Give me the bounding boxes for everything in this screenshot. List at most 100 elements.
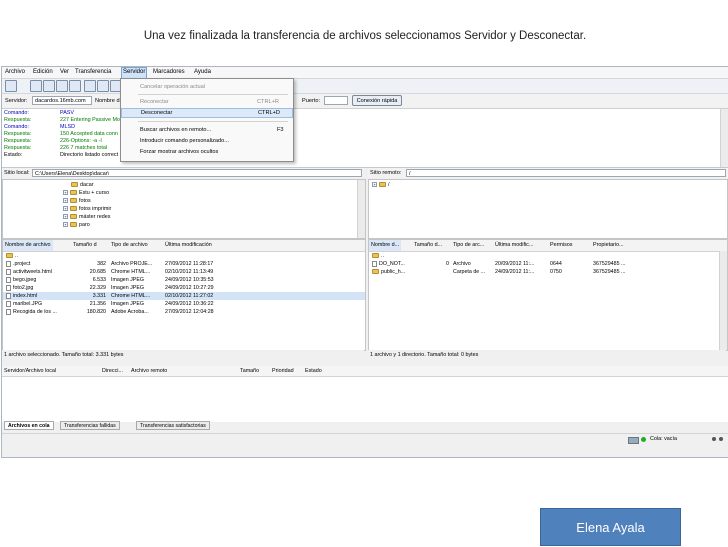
cell-date: 02/10/2012 11:27:02 <box>165 293 214 299</box>
col-header-modified[interactable]: Última modificación <box>165 242 212 248</box>
col-header-type[interactable]: Tipo de archivo <box>111 242 148 248</box>
activity-right-icon <box>719 437 723 441</box>
remote-path-input[interactable]: / <box>406 169 726 177</box>
cell-name: .. <box>15 253 18 259</box>
cell: 367529485 ... <box>593 268 625 276</box>
tab-transferencias-fallidas[interactable]: Transferencias fallidas <box>60 421 120 430</box>
expand-icon[interactable]: + <box>63 222 68 228</box>
file-icon <box>6 284 11 291</box>
local-file-row[interactable]: index.html 3.331 Chrome HTML... 02/10/2012 … <box>3 292 365 300</box>
connection-icon <box>628 437 639 444</box>
col-header-permissions[interactable]: Permisos <box>550 242 572 248</box>
col-header-local-file[interactable]: Servidor/Archivo local <box>4 368 56 374</box>
col-header-name[interactable]: Nombre d... <box>369 240 402 251</box>
tree-item[interactable]: + fotos <box>63 197 91 205</box>
col-header-modified[interactable]: Última modific... <box>495 242 533 248</box>
col-header-size[interactable]: Tamaño d... <box>414 242 442 248</box>
menu-item-comando[interactable]: Introducir comando personalizado... <box>121 136 293 146</box>
cell: maribel.JPG <box>6 300 42 308</box>
tab-transferencias-satisfactorias[interactable]: Transferencias satisfactorias <box>136 421 210 430</box>
local-file-row[interactable]: foto2.jpg 22.329 Imagen JPEG 24/09/2012 10:… <box>3 284 365 292</box>
tab-archivos-en-cola[interactable]: Archivos en cola <box>4 421 54 430</box>
local-path-input[interactable]: C:\Users\Elena\Desktop\dacar\ <box>32 169 362 177</box>
log-key: Comando: <box>4 110 29 116</box>
col-header-name[interactable]: Nombre de archivo <box>3 240 53 251</box>
menu-item-buscar[interactable]: Buscar archivos en remoto... F3 <box>121 125 293 135</box>
menu-item-label: Introducir comando personalizado... <box>140 138 229 144</box>
log-key: Respuesta: <box>4 117 32 123</box>
local-file-row[interactable]: bego.jpeg 6.533 Imagen JPEG 24/09/2012 10:3… <box>3 276 365 284</box>
remote-file-row[interactable]: DO_NOT... 0 Archivo 20/09/2012 11:... 0644 36… <box>369 260 719 268</box>
cell-name: Recogida de los ... <box>13 309 57 315</box>
menu-item-ocultos[interactable]: Forzar mostrar archivos ocultos <box>121 147 293 157</box>
tree-item-label: fotos <box>79 198 91 204</box>
local-file-row[interactable]: maribel.JPG 21.356 Imagen JPEG 24/09/2012 1… <box>3 300 365 308</box>
local-file-row[interactable]: Recogida de los ... 180.820 Adobe Acroba..… <box>3 308 365 316</box>
cell: 24/09/2012 10:27:29 <box>165 284 214 292</box>
local-file-row[interactable]: .. <box>3 252 365 260</box>
log-value: 226 7 matches total <box>60 145 108 151</box>
remote-list-scrollbar[interactable] <box>719 251 727 350</box>
expand-icon[interactable]: + <box>63 190 68 196</box>
queue-toggle-icon[interactable] <box>69 80 81 92</box>
cell-size: 180.820 <box>86 309 106 315</box>
menu-marcadores[interactable]: Marcadores <box>153 69 185 75</box>
log-key: Respuesta: <box>4 131 32 137</box>
cell-name: .project <box>13 261 31 267</box>
col-header-priority[interactable]: Prioridad <box>272 368 294 374</box>
expand-icon[interactable]: + <box>63 206 68 212</box>
col-header-owner[interactable]: Propietario... <box>593 242 624 248</box>
col-header-size[interactable]: Tamaño <box>240 368 259 374</box>
server-input[interactable]: dacardos.16mb.com <box>32 96 92 105</box>
tree-item-label: dacar <box>80 182 94 188</box>
cell: .. <box>372 252 384 260</box>
remote-file-row[interactable]: public_h... Carpeta de ... 24/09/2012 11:.… <box>369 268 719 276</box>
menu-edicion[interactable]: Edición <box>33 69 53 75</box>
tree-item[interactable]: dacar <box>71 181 94 189</box>
local-file-row[interactable]: activitweets.html 20.685 Chrome HTML... 02/… <box>3 268 365 276</box>
expand-icon[interactable]: + <box>372 182 377 188</box>
tree-item[interactable]: + máster redes <box>63 213 110 221</box>
refresh-icon[interactable] <box>84 80 96 92</box>
menu-item-cancel[interactable]: Cancelar operación actual <box>121 82 293 92</box>
expand-icon[interactable]: + <box>63 198 68 204</box>
expand-icon[interactable]: + <box>63 214 68 220</box>
tree-item[interactable]: + fotos imprimir <box>63 205 111 213</box>
tree-item[interactable]: + paro <box>63 221 90 229</box>
cell-name: maribel.JPG <box>13 301 43 307</box>
col-header-type[interactable]: Tipo de arc... <box>453 242 484 248</box>
port-input[interactable] <box>324 96 348 105</box>
col-header-size[interactable]: Tamaño d <box>73 242 97 248</box>
tree-item[interactable]: + Estu + curso <box>63 189 109 197</box>
remote-tree-icon[interactable] <box>56 80 68 92</box>
remote-file-row[interactable]: .. <box>369 252 719 260</box>
cell: activitweets.html <box>6 268 52 276</box>
quickconnect-button[interactable]: Conexión rápida <box>352 95 402 106</box>
process-queue-icon[interactable] <box>97 80 109 92</box>
status-led-icon <box>641 437 646 442</box>
filezilla-window: Archivo Edición Ver Transferencia Servid… <box>1 66 728 458</box>
local-tree-pane: dacar + Estu + curso + fotos + fotos imprim… <box>2 179 366 239</box>
menu-transferencia[interactable]: Transferencia <box>75 69 111 75</box>
site-manager-icon[interactable] <box>5 80 17 92</box>
col-header-direction[interactable]: Direcci... <box>102 368 123 374</box>
menu-item-label: Desconectar <box>141 110 173 116</box>
cell-type: Adobe Acroba... <box>111 309 149 315</box>
cell: 367529485 ... <box>593 260 625 268</box>
tree-item[interactable]: + / <box>372 181 390 189</box>
log-scrollbar[interactable] <box>720 109 728 167</box>
remote-list-header: Nombre d... Tamaño d... Tipo de arc... Ú… <box>369 240 727 252</box>
local-file-row[interactable]: .project 382 Archivo PROJE... 27/09/2012 11… <box>3 260 365 268</box>
menu-item-reconectar[interactable]: Reconectar CTRL+R <box>121 97 293 107</box>
menu-ayuda[interactable]: Ayuda <box>194 69 211 75</box>
cell: Imagen JPEG <box>111 300 144 308</box>
log-toggle-icon[interactable] <box>30 80 42 92</box>
menu-item-desconectar[interactable]: Desconectar CTRL+D <box>121 108 293 118</box>
tree-toggle-icon[interactable] <box>43 80 55 92</box>
menu-ver[interactable]: Ver <box>60 69 69 75</box>
col-header-status[interactable]: Estado <box>305 368 322 374</box>
col-header-remote-file[interactable]: Archivo remoto <box>131 368 167 374</box>
remote-site-bar: Sitio remoto: / <box>368 168 728 178</box>
menu-archivo[interactable]: Archivo <box>5 69 25 75</box>
local-tree-scrollbar[interactable] <box>357 180 365 238</box>
